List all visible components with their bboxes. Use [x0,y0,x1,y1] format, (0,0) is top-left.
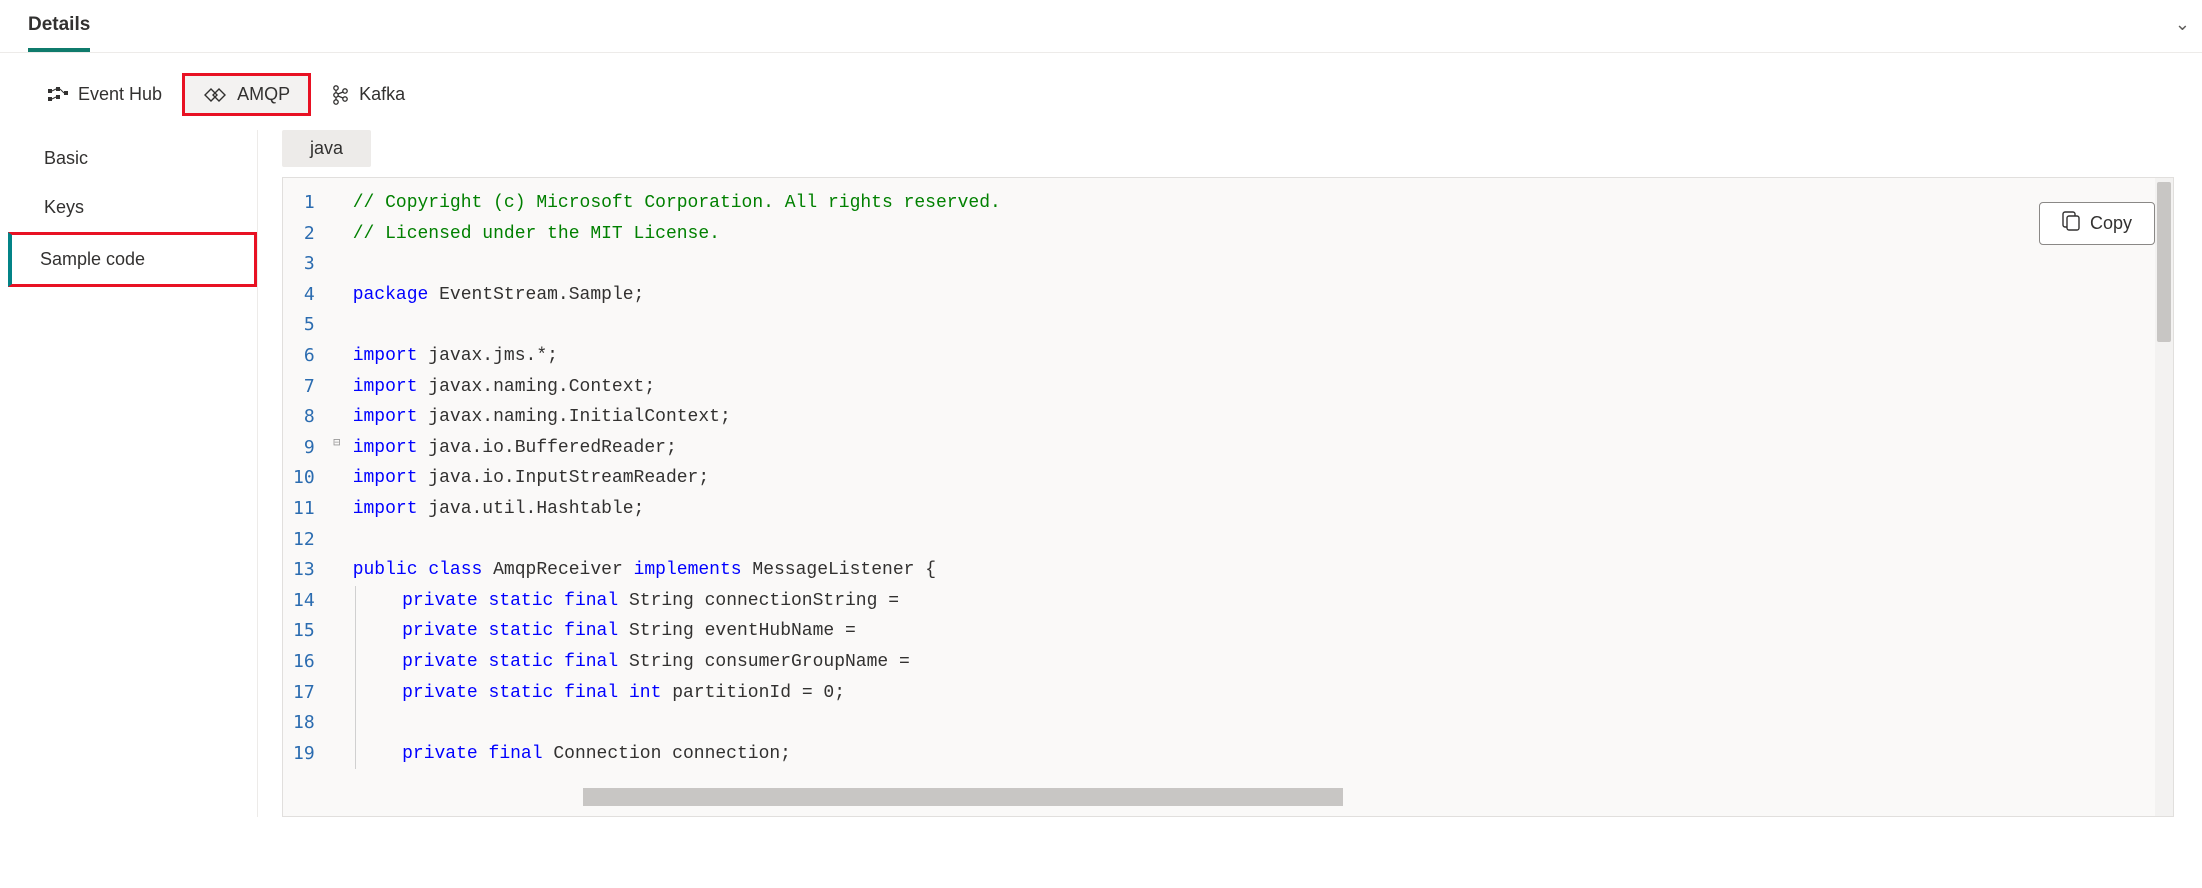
code-line: import java.util.Hashtable; [353,494,2147,525]
vertical-scrollbar[interactable] [2155,178,2173,816]
copy-button-label: Copy [2090,213,2132,234]
code-line [353,525,2147,556]
eventhub-icon [48,87,68,103]
code-line [353,310,2147,341]
amqp-icon [203,87,227,103]
code-line [353,249,2147,280]
code-block: Copy 12345678910111213141516171819 ⊟ // … [282,177,2174,817]
code-line: private static final String consumerGrou… [353,647,2147,678]
fold-toggle-icon[interactable]: ⊟ [329,433,345,453]
side-nav-basic[interactable]: Basic [28,134,257,183]
code-line: import javax.naming.Context; [353,372,2147,403]
code-line: import java.io.InputStreamReader; [353,463,2147,494]
line-number-gutter: 12345678910111213141516171819 [283,178,329,816]
code-line: import java.io.BufferedReader; [353,433,2147,464]
code-line: private static final String eventHubName… [353,616,2147,647]
side-nav-keys[interactable]: Keys [28,183,257,232]
protocol-tab-amqp[interactable]: AMQP [182,73,311,116]
details-tab[interactable]: Details [28,14,90,52]
copy-button[interactable]: Copy [2039,202,2155,245]
chevron-down-icon[interactable]: ⌄ [2175,14,2190,35]
copy-icon [2062,211,2080,236]
scrollbar-thumb[interactable] [2157,182,2171,342]
protocol-tab-label: Kafka [359,84,405,105]
protocol-tab-kafka[interactable]: Kafka [311,74,425,115]
language-chip[interactable]: java [282,130,371,167]
protocol-tab-label: Event Hub [78,84,162,105]
code-line: private final Connection connection; [353,739,2147,770]
code-line: public class AmqpReceiver implements Mes… [353,555,2147,586]
code-lines[interactable]: // Copyright (c) Microsoft Corporation. … [345,178,2155,816]
code-line: private static final String connectionSt… [353,586,2147,617]
horizontal-scrollbar[interactable] [583,788,1343,806]
code-line: import javax.naming.InitialContext; [353,402,2147,433]
fold-gutter: ⊟ [329,178,345,816]
code-line: import javax.jms.*; [353,341,2147,372]
protocol-tabs: Event Hub AMQP Kafka [0,53,2202,116]
side-nav-sample-code[interactable]: Sample code [8,232,257,287]
code-line: package EventStream.Sample; [353,280,2147,311]
kafka-icon [331,85,349,105]
protocol-tab-eventhub[interactable]: Event Hub [28,74,182,115]
side-nav: Basic Keys Sample code [28,130,258,817]
code-line: // Licensed under the MIT License. [353,219,2147,250]
code-line: // Copyright (c) Microsoft Corporation. … [353,188,2147,219]
code-line [353,708,2147,739]
protocol-tab-label: AMQP [237,84,290,105]
code-line: private static final int partitionId = 0… [353,678,2147,709]
